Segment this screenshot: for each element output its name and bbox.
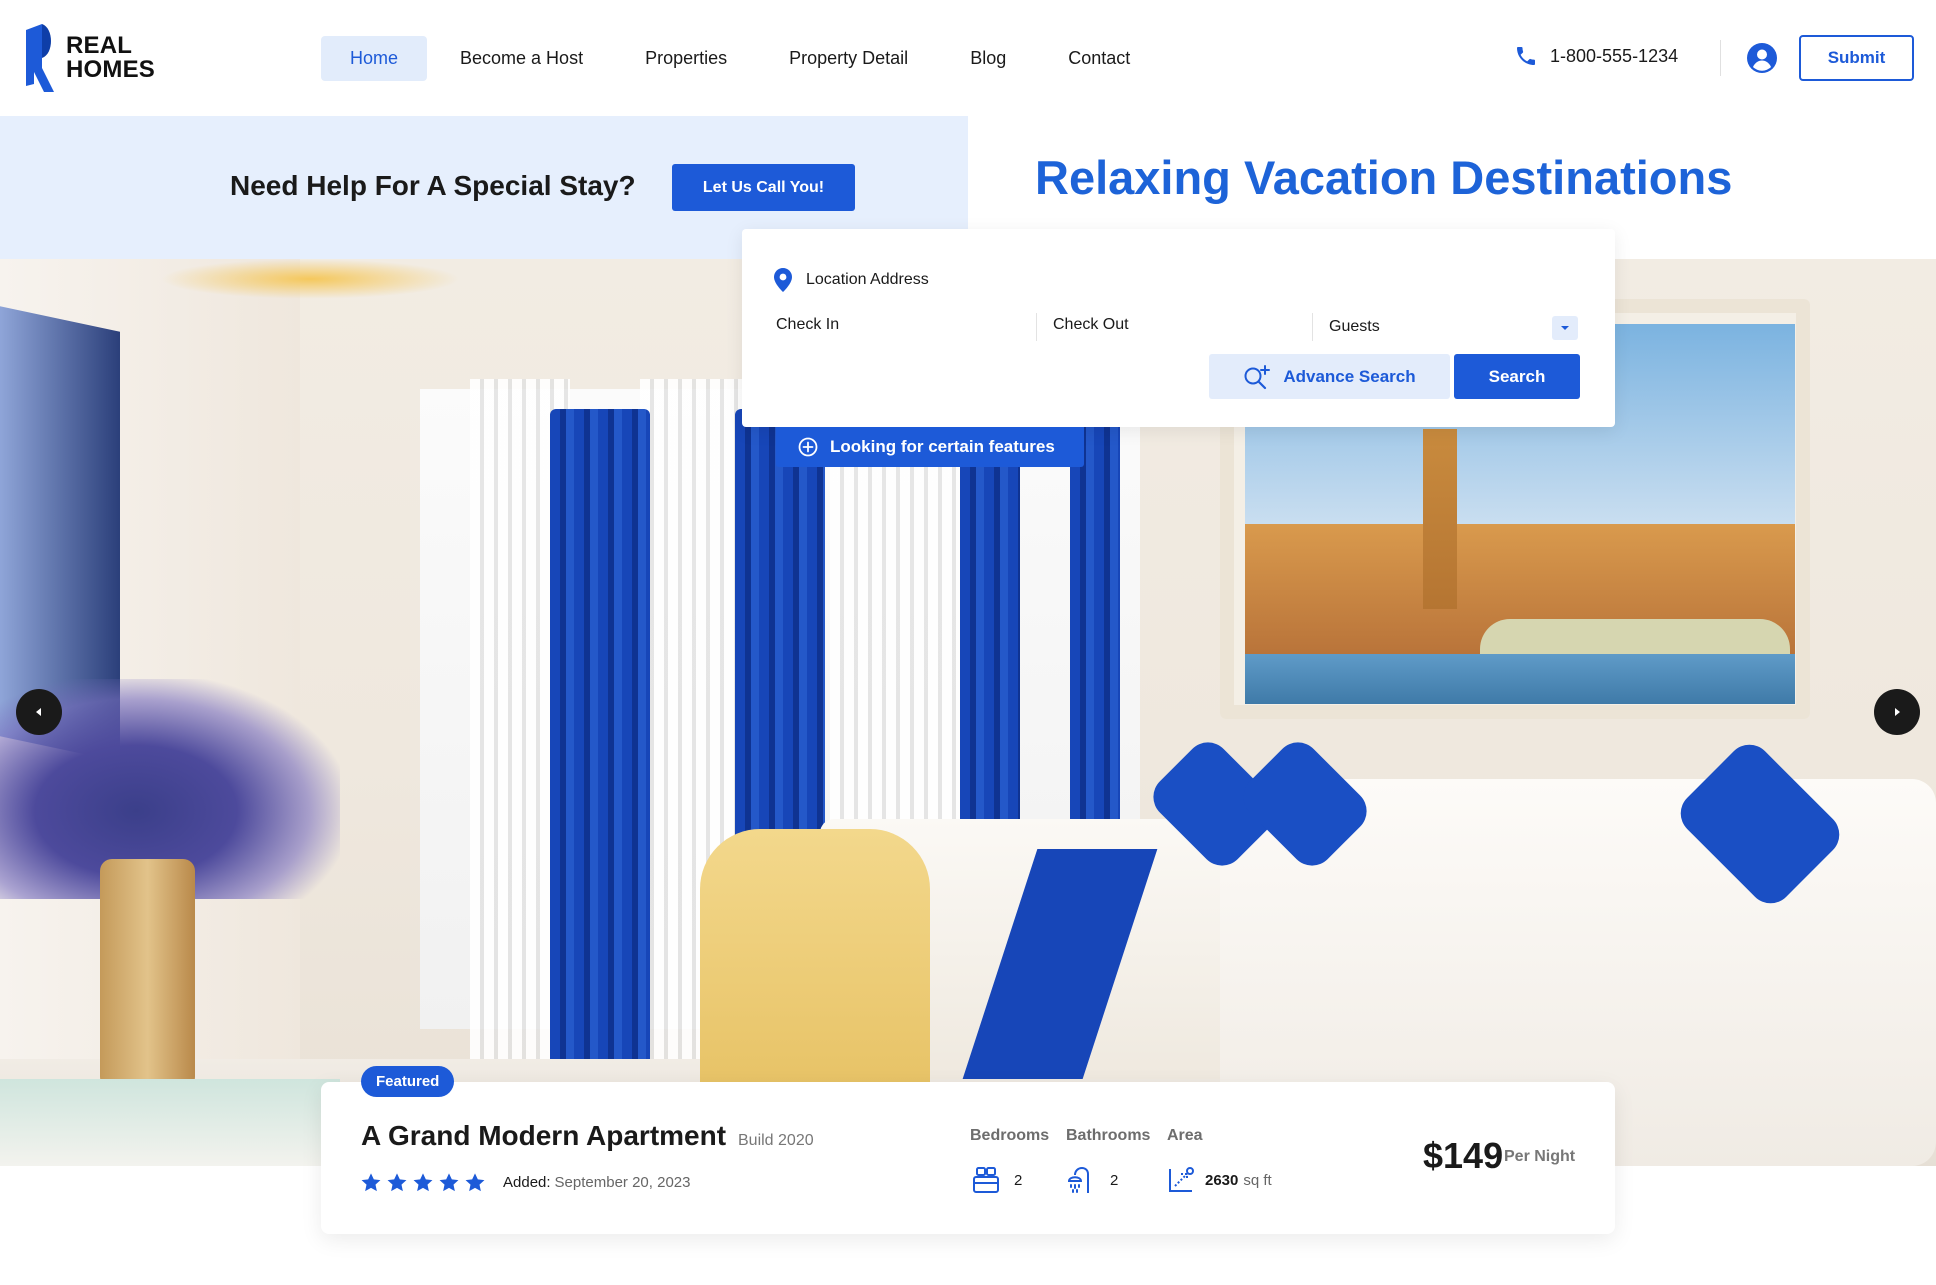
plus-circle-icon [798,437,818,457]
logo-mark-icon [26,24,54,92]
bedrooms-count: 2 [1014,1171,1023,1189]
star-icon [386,1172,408,1194]
nav-item-contact[interactable]: Contact [1039,36,1159,81]
slider-prev-button[interactable] [16,689,62,735]
logo-line-2: HOMES [66,56,156,83]
call-me-button[interactable]: Let Us Call You! [672,164,855,211]
chevron-right-icon [1895,708,1900,716]
area-number: 2630 [1205,1171,1239,1189]
star-icon [438,1172,460,1194]
area-value: 2630 sq ft [1167,1166,1272,1194]
featured-badge: Featured [361,1066,455,1097]
phone-number: 1-800-555-1234 [1550,45,1679,66]
area-label: Area [1167,1127,1203,1144]
hero-painting-water [1245,654,1795,704]
chevron-left-icon [36,708,41,716]
advance-search-label: Advance Search [1283,366,1416,386]
location-field[interactable]: Location Address [774,268,929,292]
nav-item-home[interactable]: Home [321,36,428,81]
check-out-field[interactable]: Check Out [1053,316,1129,334]
search-panel: Location Address Check In Check Out Gues… [742,229,1615,427]
phone-icon [1514,44,1538,68]
price-unit: Per Night [1504,1148,1576,1165]
area-unit: sq ft [1243,1171,1272,1189]
star-icon [360,1172,382,1194]
features-toggle-button[interactable]: Looking for certain features [776,427,1084,467]
bedrooms-label: Bedrooms [970,1127,1050,1144]
nav-item-properties[interactable]: Properties [616,36,756,81]
logo-line-1: REAL [66,32,133,59]
bed-icon [972,1166,1000,1194]
help-text: Need Help For A Special Stay? [230,170,636,201]
logo[interactable]: REAL HOMES [24,24,155,92]
added-label: Added: [503,1174,551,1191]
check-in-field[interactable]: Check In [776,316,839,334]
area-icon [1167,1166,1195,1194]
hero-vase [100,859,195,1089]
property-card[interactable] [321,1082,1615,1234]
user-circle-icon[interactable] [1746,42,1778,79]
bathrooms-value: 2 [1068,1166,1118,1194]
logo-text: REAL HOMES [66,34,155,82]
header-divider [1720,40,1721,76]
hero-title: Relaxing Vacation Destinations [1035,151,1733,204]
header-phone[interactable]: 1-800-555-1234 [1514,44,1678,68]
hero-glass-table [0,1079,340,1166]
bedrooms-value: 2 [972,1166,1022,1194]
main-nav: Home Become a Host Properties Property D… [321,36,1163,81]
nav-item-blog[interactable]: Blog [941,36,1035,81]
shower-icon [1068,1166,1096,1194]
guests-select[interactable]: Guests [1329,318,1380,336]
field-divider [1312,313,1313,341]
property-build-year: Build 2020 [738,1132,814,1149]
hero-blue-curtain [550,409,650,1069]
submit-button[interactable]: Submit [1799,35,1914,81]
search-button[interactable]: Search [1454,354,1580,399]
caret-down-icon [1561,326,1569,330]
map-pin-icon [774,268,792,292]
bathrooms-label: Bathrooms [1066,1127,1151,1144]
slider-next-button[interactable] [1874,689,1920,735]
advance-search-button[interactable]: Advance Search [1209,354,1450,399]
star-icon [464,1172,486,1194]
bathrooms-count: 2 [1110,1171,1119,1189]
nav-item-property-detail[interactable]: Property Detail [760,36,937,81]
search-plus-icon [1243,364,1271,390]
added-value: September 20, 2023 [554,1174,691,1191]
site-header: REAL HOMES Home Become a Host Properties… [0,0,1936,116]
features-label: Looking for certain features [830,437,1055,456]
price: $149 [1423,1135,1504,1176]
field-divider [1036,313,1037,341]
hero-lamp-glow [160,259,460,299]
guests-dropdown-toggle[interactable] [1552,316,1578,340]
added-date: Added: September 20, 2023 [503,1174,690,1191]
hero-painting-tower [1423,429,1457,609]
property-title[interactable]: A Grand Modern Apartment [361,1120,726,1152]
hero-painting-bridge [1480,619,1790,655]
rating-stars [360,1172,490,1194]
location-placeholder: Location Address [806,271,929,288]
nav-item-become-a-host[interactable]: Become a Host [431,36,612,81]
star-icon [412,1172,434,1194]
